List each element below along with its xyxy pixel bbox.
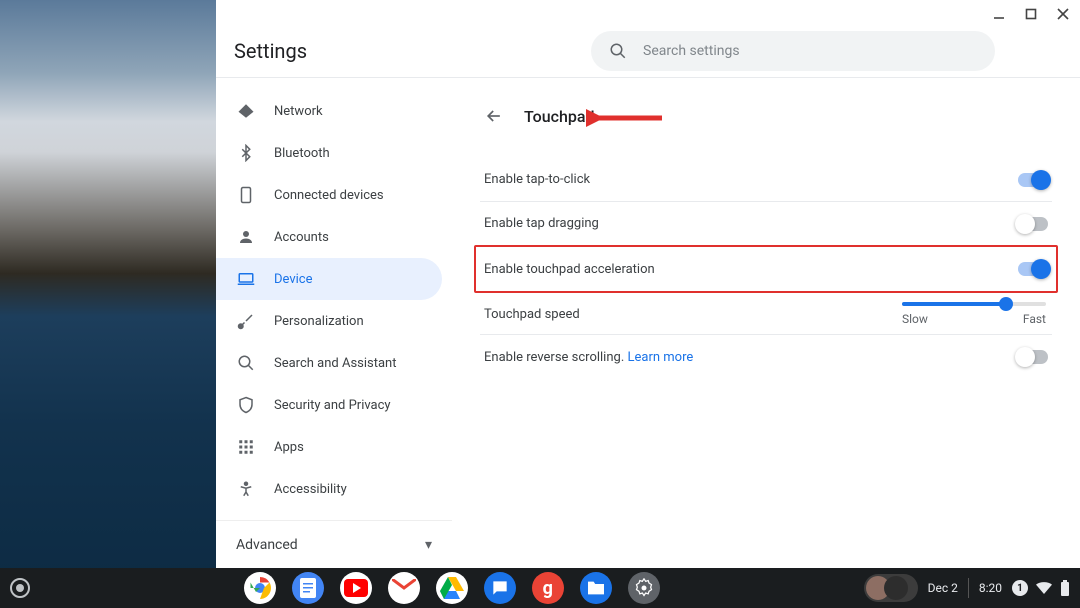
sidebar-advanced[interactable]: Advanced ▾: [216, 520, 452, 568]
shelf-apps: g: [244, 572, 660, 604]
devices-icon: [236, 185, 256, 205]
search-input[interactable]: [643, 43, 977, 59]
row-touchpad-speed: Touchpad speed Slow Fast: [480, 292, 1052, 335]
search-icon: [609, 42, 627, 60]
brush-icon: [236, 311, 256, 331]
close-icon: [1057, 8, 1069, 20]
row-label: Enable touchpad acceleration: [484, 262, 655, 277]
sidebar: Network Bluetooth Connected devices Acco…: [216, 78, 452, 568]
sidebar-item-network[interactable]: Network: [216, 90, 442, 132]
row-label: Enable tap-to-click: [484, 172, 590, 187]
row-tap-dragging: Enable tap dragging: [480, 202, 1052, 246]
app-title: Settings: [234, 39, 307, 63]
search-assist-icon: [236, 353, 256, 373]
sidebar-item-label: Accessibility: [274, 482, 347, 497]
minimize-button[interactable]: [990, 5, 1008, 23]
maximize-icon: [1025, 8, 1037, 20]
app-docs[interactable]: [292, 572, 324, 604]
notification-badge[interactable]: 1: [1012, 580, 1028, 596]
learn-more-link[interactable]: Learn more: [627, 350, 693, 365]
close-button[interactable]: [1054, 5, 1072, 23]
account-icon: [236, 227, 256, 247]
window-title-bar: [216, 0, 1080, 29]
row-label: Touchpad speed: [484, 307, 580, 322]
shield-icon: [236, 395, 256, 415]
toggle-tap-to-click[interactable]: [1018, 173, 1048, 187]
back-arrow-icon: [484, 106, 504, 126]
sidebar-item-label: Search and Assistant: [274, 356, 397, 371]
tray-time: 8:20: [979, 581, 1002, 595]
toggle-tap-dragging[interactable]: [1018, 217, 1048, 231]
chevron-down-icon: ▾: [425, 537, 432, 553]
touchpad-speed-slider[interactable]: Slow Fast: [902, 302, 1046, 326]
annotation-arrow-title: [586, 108, 666, 128]
row-label: Enable reverse scrolling. Learn more: [484, 350, 693, 365]
toggle-touchpad-acceleration[interactable]: [1018, 262, 1048, 276]
sidebar-item-security-privacy[interactable]: Security and Privacy: [216, 384, 442, 426]
maximize-button[interactable]: [1022, 5, 1040, 23]
sidebar-item-accounts[interactable]: Accounts: [216, 216, 442, 258]
slider-thumb[interactable]: [999, 297, 1013, 311]
sidebar-item-accessibility[interactable]: Accessibility: [216, 468, 442, 510]
sidebar-item-label: Personalization: [274, 314, 364, 329]
user-avatar-switcher[interactable]: [864, 574, 918, 602]
apps-icon: [236, 437, 256, 457]
bluetooth-icon: [236, 143, 256, 163]
app-chrome[interactable]: [244, 572, 276, 604]
shelf: g Dec 2 8:20 1: [0, 568, 1080, 608]
sidebar-item-label: Accounts: [274, 230, 329, 245]
sidebar-item-label: Device: [274, 272, 313, 287]
system-tray[interactable]: Dec 2 8:20 1: [864, 574, 1070, 602]
header: Settings: [216, 29, 1080, 77]
row-touchpad-acceleration: Enable touchpad acceleration: [480, 247, 1052, 291]
sidebar-item-apps[interactable]: Apps: [216, 426, 442, 468]
toggle-reverse-scrolling[interactable]: [1018, 350, 1048, 364]
page-header: Touchpad: [480, 92, 1052, 140]
app-youtube[interactable]: [340, 572, 372, 604]
network-icon: [236, 101, 256, 121]
launcher-button[interactable]: [10, 578, 30, 598]
row-label: Enable tap dragging: [484, 216, 599, 231]
sidebar-item-label: Network: [274, 104, 323, 119]
minimize-icon: [993, 8, 1005, 20]
battery-icon: [1060, 580, 1070, 596]
app-settings[interactable]: [628, 572, 660, 604]
sidebar-item-search-assistant[interactable]: Search and Assistant: [216, 342, 442, 384]
sidebar-item-personalization[interactable]: Personalization: [216, 300, 442, 342]
highlight-acceleration: Enable touchpad acceleration: [474, 245, 1058, 293]
accessibility-icon: [236, 479, 256, 499]
app-drive[interactable]: [436, 572, 468, 604]
search-box[interactable]: [591, 31, 995, 71]
laptop-icon: [236, 269, 256, 289]
app-files[interactable]: [580, 572, 612, 604]
sidebar-item-connected-devices[interactable]: Connected devices: [216, 174, 442, 216]
sidebar-item-label: Connected devices: [274, 188, 384, 203]
page-title: Touchpad: [524, 107, 595, 126]
back-button[interactable]: [480, 102, 508, 130]
settings-window: Settings Network Bluetooth Connected dev…: [216, 0, 1080, 568]
tray-date: Dec 2: [928, 581, 958, 595]
row-reverse-scrolling: Enable reverse scrolling. Learn more: [480, 335, 1052, 379]
app-google[interactable]: g: [532, 572, 564, 604]
sidebar-item-label: Security and Privacy: [274, 398, 391, 413]
slider-min-label: Slow: [902, 312, 928, 326]
row-tap-to-click: Enable tap-to-click: [480, 158, 1052, 202]
app-messages[interactable]: [484, 572, 516, 604]
slider-fill: [902, 302, 1006, 306]
sidebar-item-label: Apps: [274, 440, 304, 455]
slider-max-label: Fast: [1023, 312, 1046, 326]
content-area: Touchpad Enable tap-to-click Enable tap …: [452, 78, 1080, 568]
wifi-icon: [1036, 582, 1052, 594]
sidebar-item-bluetooth[interactable]: Bluetooth: [216, 132, 442, 174]
settings-card: Enable tap-to-click Enable tap dragging …: [480, 158, 1052, 379]
advanced-label: Advanced: [236, 537, 298, 553]
app-gmail[interactable]: [388, 572, 420, 604]
sidebar-item-device[interactable]: Device: [216, 258, 442, 300]
sidebar-item-label: Bluetooth: [274, 146, 330, 161]
